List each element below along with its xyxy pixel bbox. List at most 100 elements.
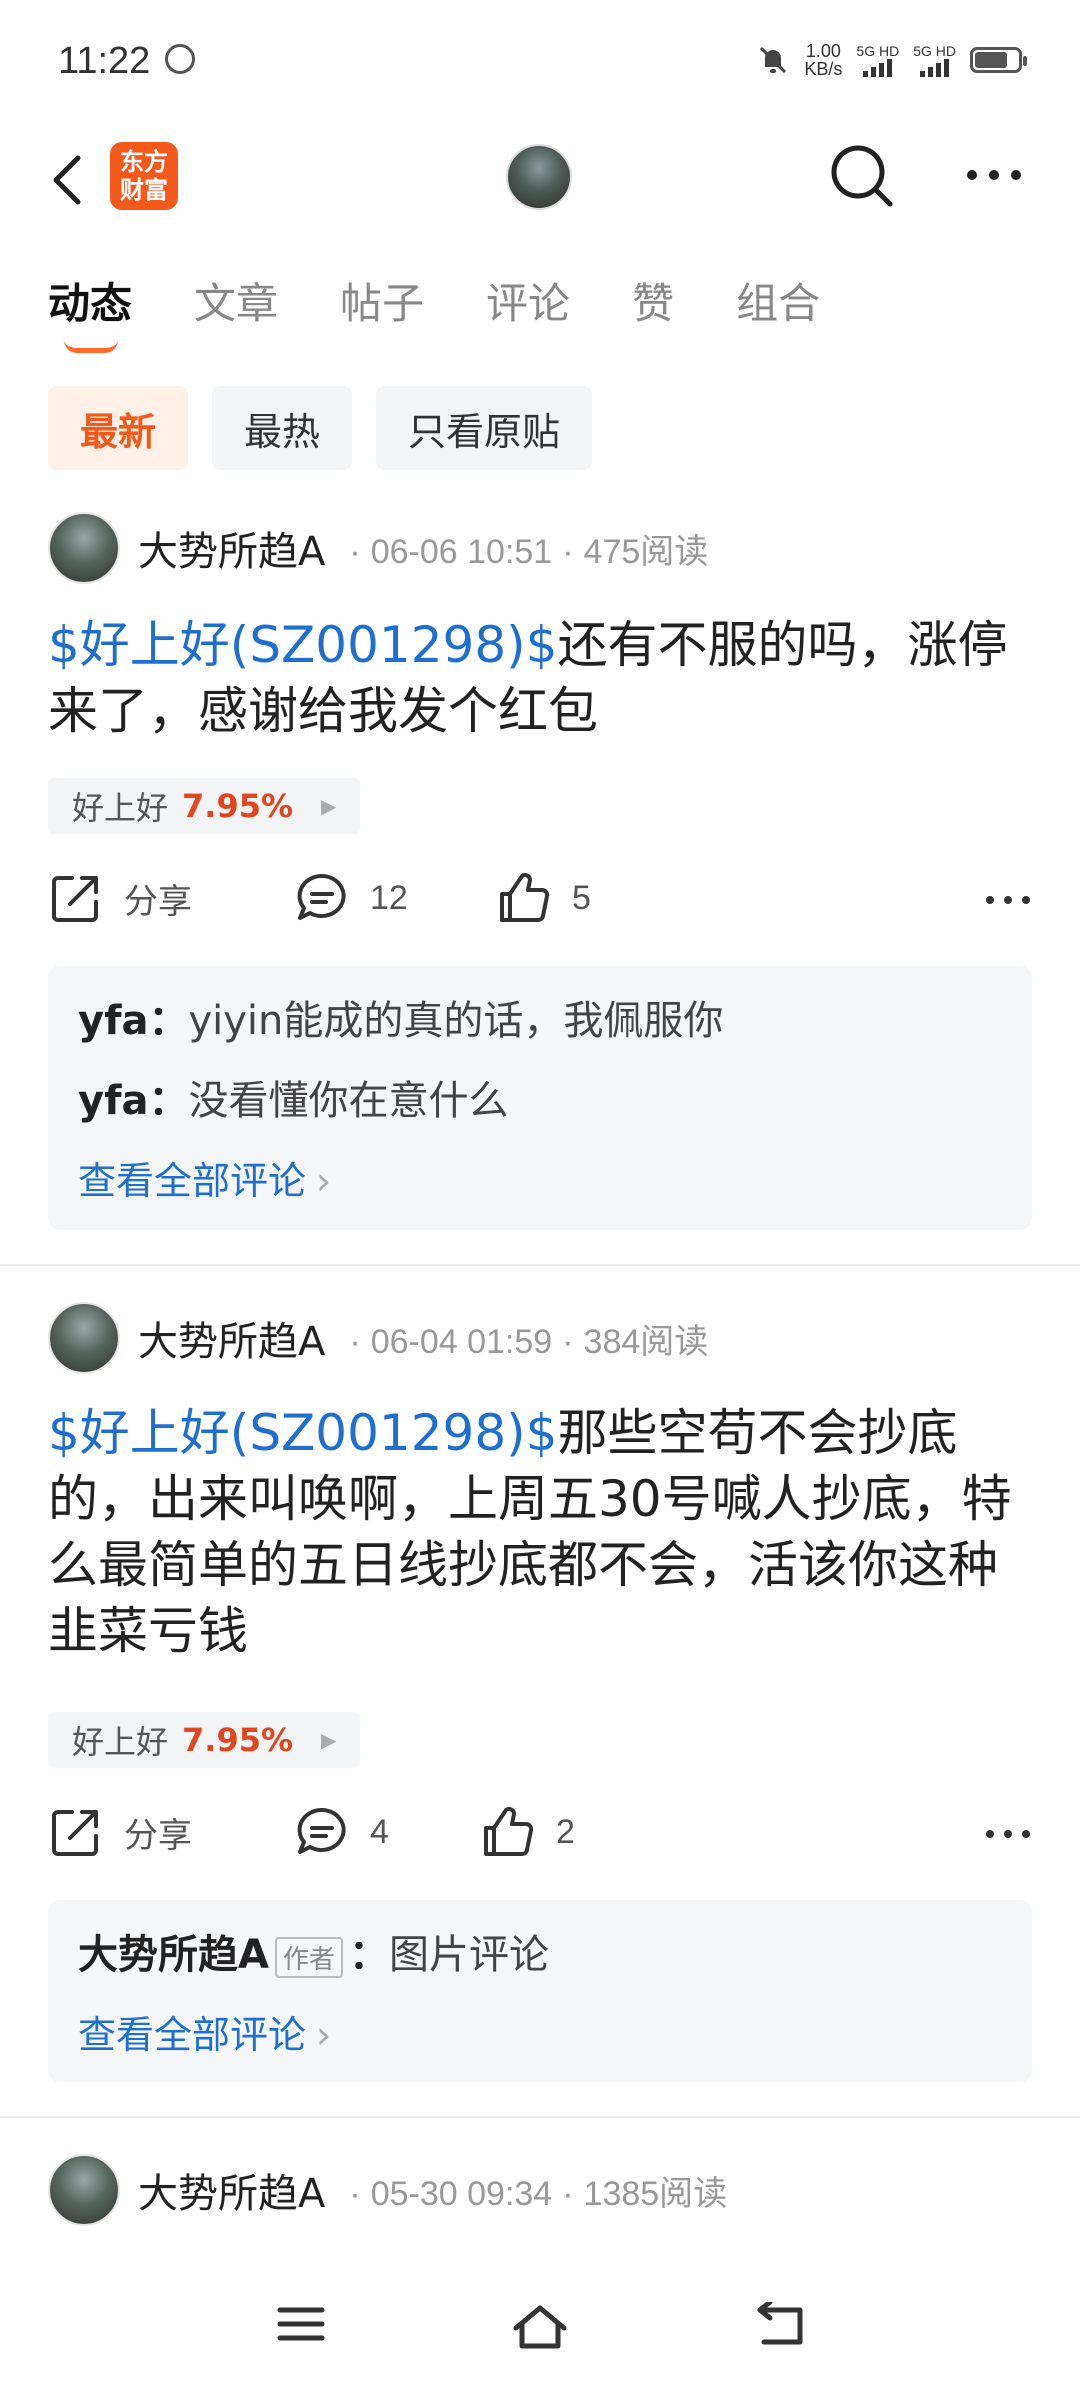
comment-count: 4 bbox=[370, 1812, 389, 1851]
play-triangle-icon: ▶ bbox=[321, 1728, 337, 1752]
post-actions: 分享 4 2 bbox=[48, 1804, 1032, 1874]
thumbs-up-icon bbox=[500, 873, 550, 922]
search-icon[interactable] bbox=[826, 140, 896, 210]
avatar[interactable] bbox=[48, 2154, 120, 2226]
tab-posts[interactable]: 帖子 bbox=[340, 270, 424, 331]
chevron-right-icon: › bbox=[316, 2013, 332, 2057]
system-nav-bar bbox=[0, 2262, 1080, 2392]
net-speed: 1.00 KB/s bbox=[804, 42, 842, 78]
tab-portfolios[interactable]: 组合 bbox=[736, 270, 820, 331]
author-name[interactable]: 大势所趋A bbox=[138, 2161, 325, 2219]
share-icon bbox=[52, 876, 98, 922]
comment-sep: ： bbox=[348, 1932, 389, 1978]
post-meta: · 06-04 01:59 · 384阅读 bbox=[349, 1322, 709, 1361]
comment-count: 12 bbox=[370, 878, 408, 917]
signal-bars-icon bbox=[863, 59, 893, 77]
stock-name: 好上好 bbox=[72, 789, 169, 827]
sync-icon bbox=[165, 44, 195, 74]
post-body[interactable]: $好上好(SZ001298)$还有不服的吗，涨停来了，感谢给我发个红包 bbox=[48, 612, 1038, 744]
app-logo[interactable]: 东方 财富 bbox=[110, 142, 178, 210]
sim1-label: 5G HD bbox=[856, 43, 900, 59]
comment-preview: yfa：yiyin能成的真的话，我佩服你 yfa：没看懂你在意什么 查看全部评论… bbox=[48, 966, 1032, 1230]
filter-latest[interactable]: 最新 bbox=[48, 386, 189, 470]
post-meta: · 05-30 09:34 · 1385阅读 bbox=[349, 2174, 728, 2213]
post-header: 大势所趋A · 06-06 10:51 · 475阅读 bbox=[48, 512, 708, 584]
comment-sep: ： bbox=[148, 1078, 189, 1124]
back-arrow-icon[interactable] bbox=[48, 150, 88, 210]
share-button[interactable]: 分享 bbox=[48, 1804, 192, 1860]
post-meta: · 06-06 10:51 · 475阅读 bbox=[349, 532, 709, 571]
author-tag: 作者 bbox=[274, 1936, 343, 1978]
post-text-rest: 来了，感谢给我发个红包 bbox=[48, 682, 598, 740]
share-button[interactable]: 分享 bbox=[48, 870, 192, 926]
comment-sep: ： bbox=[148, 998, 189, 1044]
comment-item[interactable]: yfa：没看懂你在意什么 bbox=[78, 1068, 508, 1126]
thumbs-up-icon bbox=[484, 1807, 534, 1856]
view-all-label: 查看全部评论 bbox=[78, 1159, 307, 1203]
post-actions: 分享 12 5 bbox=[48, 870, 1032, 940]
stock-link[interactable]: $好上好(SZ001298)$ bbox=[48, 1404, 558, 1462]
profile-avatar[interactable] bbox=[506, 144, 572, 210]
mute-bell-icon bbox=[760, 46, 787, 74]
filter-hottest[interactable]: 最热 bbox=[212, 386, 353, 470]
stock-link[interactable]: $好上好(SZ001298)$ bbox=[48, 616, 558, 674]
signal-sim2: 5G HD bbox=[913, 43, 956, 77]
author-name[interactable]: 大势所趋A bbox=[138, 1309, 325, 1367]
comment-user[interactable]: yfa bbox=[78, 998, 148, 1044]
signal-sim1: 5G HD bbox=[856, 43, 899, 77]
share-icon bbox=[52, 1810, 98, 1856]
post-more-icon[interactable] bbox=[984, 1824, 1032, 1844]
battery-icon bbox=[970, 47, 1027, 73]
tab-dynamics[interactable]: 动态 bbox=[48, 270, 132, 353]
view-all-comments-link[interactable]: 查看全部评论 › bbox=[78, 2004, 331, 2059]
comment-item[interactable]: 大势所趋A 作者 ：图片评论 bbox=[78, 1922, 549, 1980]
post-text-rest: 的，出来叫唤啊，上周五30号喊人抄底，特么最简单的五日线抄底都不会，活该你这种韭… bbox=[48, 1470, 1012, 1660]
post-reads: 475阅读 bbox=[583, 532, 709, 571]
post-date: 06-04 01:59 bbox=[370, 1322, 553, 1361]
comment-icon bbox=[297, 873, 346, 920]
menu-icon[interactable] bbox=[276, 2302, 326, 2346]
like-count: 5 bbox=[572, 878, 591, 917]
comment-text: 没看懂你在意什么 bbox=[188, 1078, 509, 1124]
comment-text: 图片评论 bbox=[388, 1932, 549, 1978]
logo-line1: 东方 bbox=[120, 148, 168, 176]
comment-text: yiyin能成的真的话，我佩服你 bbox=[188, 998, 724, 1044]
post-body[interactable]: $好上好(SZ001298)$那些空苟不会抄底的，出来叫唤啊，上周五30号喊人抄… bbox=[48, 1400, 1038, 1664]
comment-user[interactable]: 大势所趋A bbox=[78, 1932, 269, 1978]
home-icon[interactable] bbox=[510, 2302, 570, 2352]
tab-likes[interactable]: 赞 bbox=[632, 270, 674, 331]
logo-line2: 财富 bbox=[120, 176, 168, 204]
post-text-line1: 那些空苟不会抄底 bbox=[557, 1404, 958, 1462]
tab-comments[interactable]: 评论 bbox=[486, 270, 570, 331]
stock-name: 好上好 bbox=[72, 1723, 169, 1761]
chevron-right-icon: › bbox=[316, 1159, 332, 1203]
tab-articles[interactable]: 文章 bbox=[194, 270, 278, 331]
author-name[interactable]: 大势所趋A bbox=[138, 519, 325, 577]
signal-bars-icon bbox=[920, 59, 950, 77]
comment-button[interactable]: 4 bbox=[294, 1804, 389, 1860]
like-button[interactable]: 2 bbox=[480, 1804, 575, 1860]
status-bar: 11:22 1.00 KB/s 5G HD 5G HD bbox=[0, 0, 1080, 130]
back-nav-icon[interactable] bbox=[752, 2302, 806, 2348]
view-all-comments-link[interactable]: 查看全部评论 › bbox=[78, 1150, 331, 1205]
filter-original-only[interactable]: 只看原贴 bbox=[376, 386, 593, 470]
more-options-icon[interactable] bbox=[964, 160, 1024, 190]
stock-change: 7.95% bbox=[182, 787, 294, 825]
comment-item[interactable]: yfa：yiyin能成的真的话，我佩服你 bbox=[78, 988, 723, 1046]
post-date: 06-06 10:51 bbox=[370, 532, 553, 571]
like-button[interactable]: 5 bbox=[496, 870, 591, 926]
avatar[interactable] bbox=[48, 1302, 120, 1374]
share-label: 分享 bbox=[124, 882, 192, 921]
stock-quote-chip[interactable]: 好上好 7.95% ▶ bbox=[48, 778, 361, 834]
share-label: 分享 bbox=[124, 1816, 192, 1855]
post-more-icon[interactable] bbox=[984, 890, 1032, 910]
comment-user[interactable]: yfa bbox=[78, 1078, 148, 1124]
profile-tabs: 动态 文章 帖子 评论 赞 组合 bbox=[48, 270, 820, 353]
post-text-line1: 还有不服的吗，涨停 bbox=[557, 616, 1008, 674]
play-triangle-icon: ▶ bbox=[321, 794, 337, 818]
post-header: 大势所趋A · 05-30 09:34 · 1385阅读 bbox=[48, 2154, 727, 2226]
stock-quote-chip[interactable]: 好上好 7.95% ▶ bbox=[48, 1712, 361, 1768]
avatar[interactable] bbox=[48, 512, 120, 584]
view-all-label: 查看全部评论 bbox=[78, 2013, 307, 2057]
comment-button[interactable]: 12 bbox=[294, 870, 408, 926]
